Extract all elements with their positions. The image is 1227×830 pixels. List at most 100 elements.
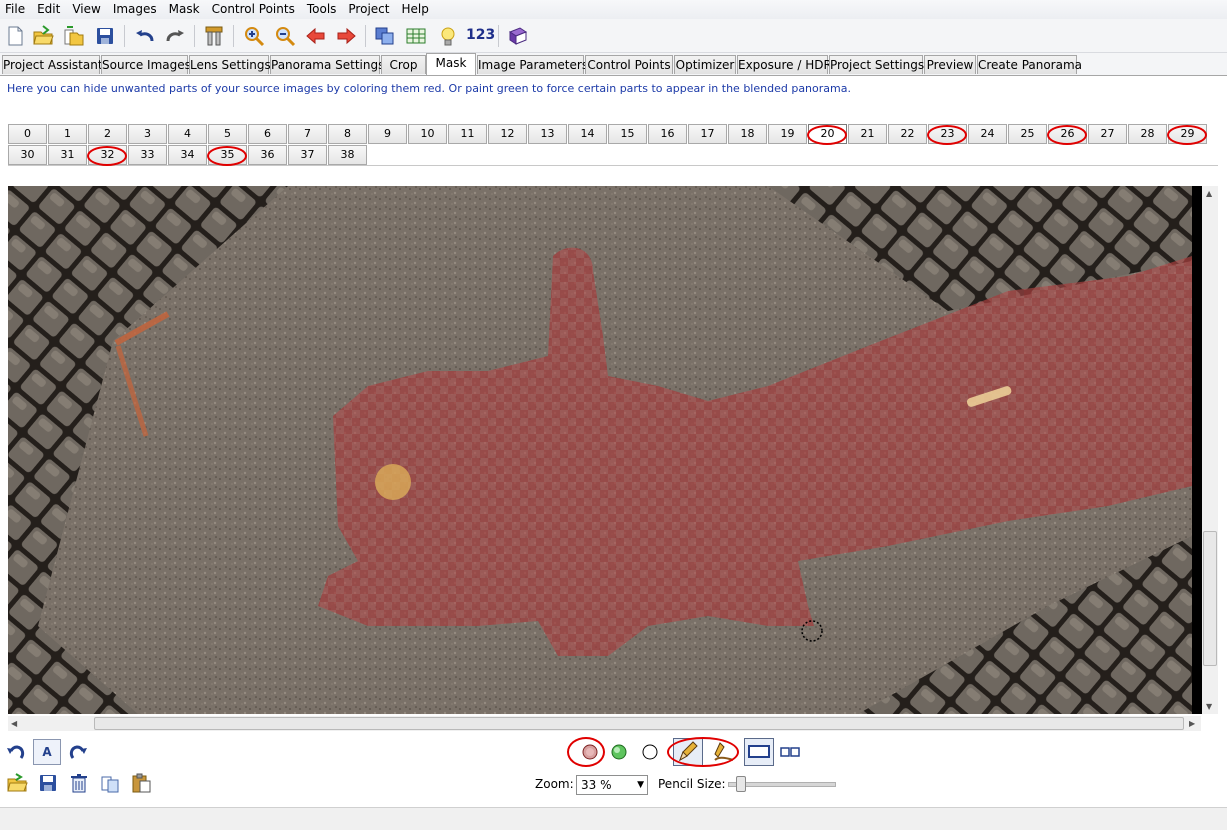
number-display-button[interactable]: 123 (466, 27, 495, 43)
image-tab-0[interactable]: 0 (8, 124, 47, 144)
image-tab-12[interactable]: 12 (488, 124, 527, 144)
image-tab-2[interactable]: 2 (88, 124, 127, 144)
tab-project-settings[interactable]: Project Settings (829, 55, 924, 74)
tab-lens-settings[interactable]: Lens Settings (189, 55, 271, 74)
menu-file[interactable]: File (0, 0, 32, 19)
copy-mask-icon[interactable] (98, 771, 122, 795)
image-tab-31[interactable]: 31 (48, 145, 87, 165)
image-tab-33[interactable]: 33 (128, 145, 167, 165)
menu-edit[interactable]: Edit (32, 0, 67, 19)
auto-icon[interactable]: A (33, 739, 61, 765)
image-tab-8[interactable]: 8 (328, 124, 367, 144)
image-tab-38[interactable]: 38 (328, 145, 367, 165)
menu-project[interactable]: Project (343, 0, 396, 19)
image-tab-5[interactable]: 5 (208, 124, 247, 144)
image-tab-15[interactable]: 15 (608, 124, 647, 144)
horizontal-scrollbar[interactable]: ◀ ▶ (8, 716, 1201, 731)
undo-icon[interactable] (133, 24, 157, 48)
tab-image-parameters[interactable]: Image Parameters (477, 55, 588, 74)
image-tab-19[interactable]: 19 (768, 124, 807, 144)
menu-images[interactable]: Images (108, 0, 164, 19)
erase-mode-button[interactable] (638, 740, 662, 764)
image-tab-25[interactable]: 25 (1008, 124, 1047, 144)
lightbulb-icon[interactable] (436, 24, 460, 48)
next-arrow-icon[interactable] (334, 24, 358, 48)
scroll-down-icon[interactable]: ▼ (1206, 702, 1212, 711)
image-tab-36[interactable]: 36 (248, 145, 287, 165)
image-tab-3[interactable]: 3 (128, 124, 167, 144)
green-include-button[interactable] (607, 740, 631, 764)
zoom-in-icon[interactable] (242, 24, 266, 48)
mask-editor-canvas[interactable] (8, 186, 1192, 714)
image-tab-20[interactable]: 20 (808, 124, 847, 144)
rotate-left-icon[interactable] (4, 740, 28, 764)
preview-icon[interactable] (373, 24, 397, 48)
tools-icon[interactable] (202, 24, 226, 48)
image-tab-11[interactable]: 11 (448, 124, 487, 144)
rotate-right-icon[interactable] (66, 740, 90, 764)
image-tab-32[interactable]: 32 (88, 145, 127, 165)
save-mask-icon[interactable] (36, 771, 60, 795)
image-tab-1[interactable]: 1 (48, 124, 87, 144)
dual-view-icon[interactable] (778, 740, 802, 764)
open-folder-icon[interactable] (61, 24, 85, 48)
image-tab-28[interactable]: 28 (1128, 124, 1167, 144)
single-view-icon[interactable] (744, 738, 774, 766)
menu-tools[interactable]: Tools (302, 0, 344, 19)
image-tab-16[interactable]: 16 (648, 124, 687, 144)
pencil-icon[interactable] (673, 738, 703, 766)
image-tab-30[interactable]: 30 (8, 145, 47, 165)
spreadsheet-icon[interactable] (404, 24, 428, 48)
tab-control-points[interactable]: Control Points (585, 55, 673, 74)
save-icon[interactable] (93, 24, 117, 48)
image-tab-26[interactable]: 26 (1048, 124, 1087, 144)
image-tab-10[interactable]: 10 (408, 124, 447, 144)
menu-help[interactable]: Help (396, 0, 435, 19)
redo-icon[interactable] (163, 24, 187, 48)
menu-mask[interactable]: Mask (164, 0, 207, 19)
brush-icon[interactable] (712, 740, 736, 764)
image-tab-21[interactable]: 21 (848, 124, 887, 144)
tab-panorama-settings[interactable]: Panorama Settings (270, 55, 384, 74)
tab-exposure-hdr[interactable]: Exposure / HDR (737, 55, 832, 74)
red-exclude-button[interactable] (578, 740, 602, 764)
book-icon[interactable] (506, 24, 530, 48)
image-tab-37[interactable]: 37 (288, 145, 327, 165)
image-tab-13[interactable]: 13 (528, 124, 567, 144)
load-mask-icon[interactable] (5, 771, 29, 795)
scroll-left-icon[interactable]: ◀ (11, 719, 17, 728)
horizontal-scroll-thumb[interactable] (94, 717, 1184, 730)
image-tab-14[interactable]: 14 (568, 124, 607, 144)
scroll-up-icon[interactable]: ▲ (1206, 189, 1212, 198)
tab-preview[interactable]: Preview (924, 55, 976, 74)
image-tab-22[interactable]: 22 (888, 124, 927, 144)
image-tab-18[interactable]: 18 (728, 124, 767, 144)
image-tab-9[interactable]: 9 (368, 124, 407, 144)
image-tab-7[interactable]: 7 (288, 124, 327, 144)
tab-project-assistant[interactable]: Project Assistant (2, 55, 103, 74)
new-icon[interactable] (3, 24, 27, 48)
menu-control-points[interactable]: Control Points (207, 0, 302, 19)
image-tab-4[interactable]: 4 (168, 124, 207, 144)
tab-source-images[interactable]: Source Images (101, 55, 191, 74)
tab-create-panorama[interactable]: Create Panorama (977, 55, 1082, 74)
image-tab-23[interactable]: 23 (928, 124, 967, 144)
tab-mask[interactable]: Mask (426, 53, 476, 75)
image-tab-6[interactable]: 6 (248, 124, 287, 144)
image-tab-34[interactable]: 34 (168, 145, 207, 165)
previous-arrow-icon[interactable] (304, 24, 328, 48)
tab-optimizer[interactable]: Optimizer (674, 55, 736, 74)
image-tab-24[interactable]: 24 (968, 124, 1007, 144)
open-icon[interactable] (31, 24, 55, 48)
pencil-size-slider-thumb[interactable] (736, 776, 747, 792)
vertical-scrollbar[interactable]: ▲ ▼ (1202, 186, 1218, 714)
vertical-scroll-thumb[interactable] (1203, 531, 1217, 666)
scroll-right-icon[interactable]: ▶ (1189, 719, 1195, 728)
menu-view[interactable]: View (67, 0, 107, 19)
tab-crop[interactable]: Crop (381, 55, 426, 74)
image-tab-35[interactable]: 35 (208, 145, 247, 165)
image-tab-17[interactable]: 17 (688, 124, 727, 144)
image-tab-27[interactable]: 27 (1088, 124, 1127, 144)
delete-mask-icon[interactable] (67, 771, 91, 795)
image-tab-29[interactable]: 29 (1168, 124, 1207, 144)
